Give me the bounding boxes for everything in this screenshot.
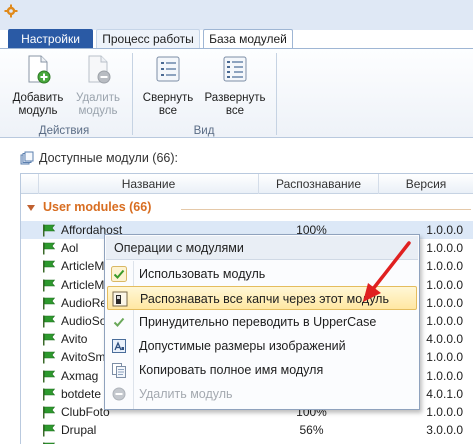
column-header-version[interactable]: Версия xyxy=(379,174,473,194)
ribbon-group-actions: Добавить модуль Удалить модуль Действия xyxy=(0,49,128,139)
add-module-label-2: модуль xyxy=(18,105,58,117)
module-name: AudioRe xyxy=(61,295,108,310)
menu-item-label: Принудительно переводить в UpperCase xyxy=(139,315,377,329)
flag-icon xyxy=(43,315,56,328)
menu-item-force-uppercase[interactable]: Принудительно переводить в UpperCase xyxy=(107,310,417,334)
menu-item-use-module[interactable]: Использовать модуль xyxy=(107,262,417,286)
menu-item-label: Использовать модуль xyxy=(139,267,266,281)
flag-icon xyxy=(43,297,56,310)
app-gear-icon[interactable] xyxy=(4,4,18,18)
tab-module-base[interactable]: База модулей xyxy=(203,29,293,50)
table-row[interactable] xyxy=(21,439,473,444)
ribbon: Добавить модуль Удалить модуль Действия … xyxy=(0,48,473,138)
flag-icon xyxy=(43,242,56,255)
menu-item-recognize-all[interactable]: Распознавать все капчи через этот модуль xyxy=(107,286,417,310)
available-modules-title: Доступные модули (66): xyxy=(39,151,178,165)
module-name: AudioSo xyxy=(61,314,107,328)
grid-header: Название Распознавание Версия xyxy=(21,174,473,194)
module-name: botdete xyxy=(61,386,102,401)
module-name: AvitoSm xyxy=(61,350,106,365)
group-label: User modules (66) xyxy=(43,200,152,214)
collapse-all-label-1: Свернуть xyxy=(142,92,194,104)
module-version: 3.0.0.0 xyxy=(426,423,463,438)
captcha-icon xyxy=(112,291,128,307)
flag-icon xyxy=(43,424,56,437)
expand-all-label-2: все xyxy=(225,105,245,117)
context-menu-title: Операции с модулями xyxy=(106,236,418,260)
flag-icon xyxy=(43,406,56,419)
column-header-name[interactable]: Название xyxy=(39,174,259,194)
collapse-all-label-2: все xyxy=(158,105,178,117)
tab-settings[interactable]: Настройки xyxy=(8,29,93,49)
collapse-list-icon xyxy=(156,56,180,82)
module-name: ArticleM xyxy=(61,259,105,274)
add-module-button[interactable]: Добавить модуль xyxy=(10,53,66,118)
remove-module-label-2: модуль xyxy=(78,105,118,117)
image-size-icon xyxy=(112,339,126,353)
menu-item-label: Удалить модуль xyxy=(139,387,233,401)
menu-item-image-sizes[interactable]: Допустимые размеры изображений xyxy=(107,334,417,358)
flag-icon xyxy=(43,388,56,401)
remove-document-icon xyxy=(88,55,111,84)
module-name: Avito xyxy=(61,332,88,347)
expand-all-label-1: Развернуть xyxy=(204,92,266,104)
expand-all-button[interactable]: Развернуть все xyxy=(200,53,270,118)
flag-icon xyxy=(43,370,56,383)
module-name: Drupal xyxy=(61,423,97,438)
delete-icon xyxy=(112,387,126,401)
ribbon-separator xyxy=(276,53,277,135)
group-row[interactable]: User modules (66) xyxy=(21,198,473,220)
menu-item-label: Копировать полное имя модуля xyxy=(139,363,324,377)
menu-item-label: Допустимые размеры изображений xyxy=(139,339,346,353)
add-document-icon xyxy=(28,55,51,84)
module-name: ArticleM xyxy=(61,277,105,292)
collapse-all-button[interactable]: Свернуть все xyxy=(138,53,198,118)
module-name: ClubFoto xyxy=(61,405,110,419)
flag-icon xyxy=(43,224,56,237)
ribbon-group-view-label: Вид xyxy=(193,125,215,137)
module-name: Aol xyxy=(61,241,79,256)
check-icon xyxy=(111,266,127,282)
context-menu: Операции с модулями Использовать модуль … xyxy=(104,234,420,410)
menu-item-label: Распознавать все капчи через этот модуль xyxy=(140,292,389,306)
add-module-label-1: Добавить xyxy=(12,92,64,104)
tab-process[interactable]: Процесс работы xyxy=(96,29,200,49)
flag-icon xyxy=(43,279,56,292)
module-recognition: 56% xyxy=(299,423,324,438)
flag-icon xyxy=(43,351,56,364)
ribbon-group-view: Свернуть все Развернуть все Вид xyxy=(134,49,274,139)
expand-list-icon xyxy=(223,56,247,82)
collapse-arrow-icon[interactable] xyxy=(27,205,35,211)
group-divider xyxy=(181,209,471,210)
table-row[interactable]: Drupal 56% 3.0.0.0 xyxy=(21,421,473,439)
menu-item-copy-name[interactable]: Копировать полное имя модуля xyxy=(107,358,417,382)
menu-item-delete-module[interactable]: Удалить модуль xyxy=(107,382,417,406)
flag-icon xyxy=(43,333,56,346)
ribbon-tabs: Настройки Процесс работы База модулей xyxy=(0,29,473,50)
module-name: Axmag xyxy=(61,368,99,383)
copy-icon xyxy=(112,363,126,378)
remove-module-button[interactable]: Удалить модуль xyxy=(70,53,126,118)
remove-module-label-1: Удалить xyxy=(76,92,120,104)
column-header-recognition[interactable]: Распознавание xyxy=(259,174,379,194)
grid-header-spacer xyxy=(21,174,39,194)
ribbon-separator xyxy=(132,53,133,135)
check-icon xyxy=(113,317,125,327)
title-strip xyxy=(0,0,473,30)
ribbon-group-actions-label: Действия xyxy=(38,125,90,137)
flag-icon xyxy=(43,260,56,273)
modules-stack-icon xyxy=(20,151,34,165)
